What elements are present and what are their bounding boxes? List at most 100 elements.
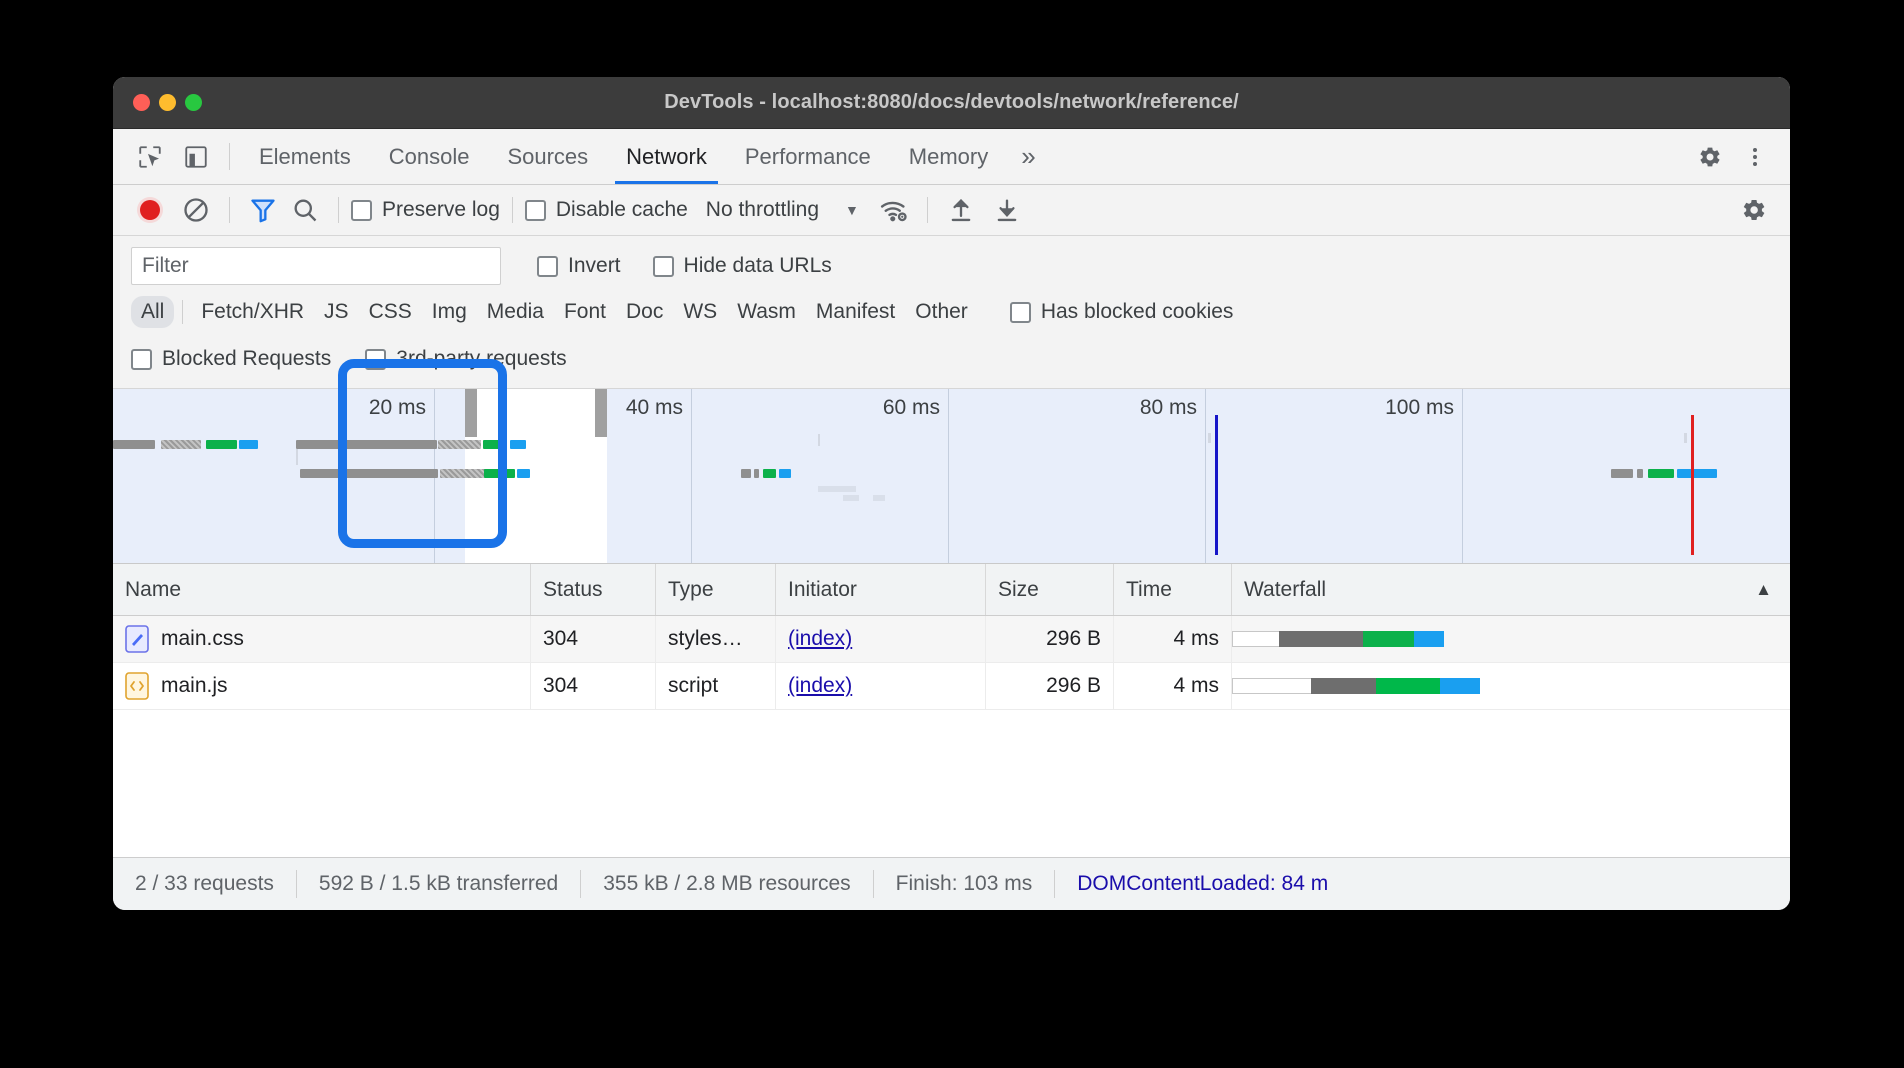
status-resources: 355 kB / 2.8 MB resources	[603, 872, 850, 896]
filter-row-secondary: Blocked Requests 3rd-party requests	[113, 336, 1790, 382]
column-header-initiator[interactable]: Initiator	[776, 564, 986, 615]
overview-selection-right-handle[interactable]	[595, 389, 607, 437]
status-divider	[580, 870, 581, 898]
table-row[interactable]: main.css 304 styles… (index) 296 B 4 ms	[113, 616, 1790, 663]
tab-divider	[229, 143, 230, 170]
has-blocked-cookies-checkbox[interactable]: Has blocked cookies	[1010, 300, 1234, 324]
maximize-window-button[interactable]	[185, 94, 202, 111]
tab-elements[interactable]: Elements	[240, 129, 370, 184]
type-filter-ws[interactable]: WS	[673, 296, 727, 328]
type-filter-other[interactable]: Other	[905, 296, 978, 328]
tab-console[interactable]: Console	[370, 129, 489, 184]
type-filter-wasm[interactable]: Wasm	[727, 296, 806, 328]
stylesheet-file-icon	[125, 625, 149, 653]
dom-content-loaded-line	[1215, 415, 1218, 555]
tab-sources[interactable]: Sources	[488, 129, 607, 184]
initiator-link[interactable]: (index)	[788, 674, 852, 698]
settings-gear-icon[interactable]	[1686, 143, 1732, 171]
network-settings-gear-icon[interactable]	[1732, 189, 1774, 231]
column-header-size[interactable]: Size	[986, 564, 1114, 615]
throttling-dropdown[interactable]: No throttling ▼	[706, 198, 859, 222]
download-arrow-icon[interactable]	[986, 189, 1028, 231]
type-filter-css[interactable]: CSS	[359, 296, 422, 328]
close-window-button[interactable]	[133, 94, 150, 111]
more-vertical-icon[interactable]	[1732, 145, 1778, 169]
type-filter-font[interactable]: Font	[554, 296, 616, 328]
network-toolbar: Preserve log Disable cache No throttling…	[113, 185, 1790, 236]
table-header-row: Name Status Type Initiator Size Time Wat…	[113, 564, 1790, 616]
network-status-bar: 2 / 33 requests 592 B / 1.5 kB transferr…	[113, 857, 1790, 910]
cell-time: 4 ms	[1114, 616, 1232, 662]
chevron-down-icon: ▼	[845, 202, 859, 218]
sort-ascending-icon: ▲	[1755, 580, 1772, 600]
window-title: DevTools - localhost:8080/docs/devtools/…	[113, 91, 1790, 114]
status-divider	[296, 870, 297, 898]
devtools-tab-bar: Elements Console Sources Network Perform…	[113, 129, 1790, 185]
filter-input[interactable]	[131, 247, 501, 285]
tab-network[interactable]: Network	[607, 129, 726, 184]
status-requests: 2 / 33 requests	[135, 872, 274, 896]
type-filter-doc[interactable]: Doc	[616, 296, 673, 328]
overview-tick-label: 60 ms	[883, 396, 949, 420]
hide-data-urls-checkbox[interactable]: Hide data URLs	[653, 254, 832, 278]
wifi-gear-icon[interactable]	[873, 189, 915, 231]
type-filter-fetch-xhr[interactable]: Fetch/XHR	[191, 296, 314, 328]
initiator-link[interactable]: (index)	[788, 627, 852, 651]
inspect-element-icon[interactable]	[127, 129, 173, 184]
throttling-value: No throttling	[706, 198, 819, 222]
more-tabs-chevron-icon[interactable]: »	[1007, 129, 1049, 184]
column-header-name[interactable]: Name	[113, 564, 531, 615]
type-filter-img[interactable]: Img	[422, 296, 477, 328]
tab-label: Performance	[745, 144, 871, 170]
type-filter-js[interactable]: JS	[314, 296, 359, 328]
column-header-time[interactable]: Time	[1114, 564, 1232, 615]
checkbox-box[interactable]	[525, 200, 546, 221]
tab-label: Sources	[507, 144, 588, 170]
minimize-window-button[interactable]	[159, 94, 176, 111]
overview-tick-label: 20 ms	[369, 396, 435, 420]
has-blocked-cookies-label: Has blocked cookies	[1041, 300, 1234, 324]
preserve-log-checkbox[interactable]: Preserve log	[351, 198, 500, 222]
overview-selection-left-handle[interactable]	[465, 389, 477, 437]
device-toolbar-icon[interactable]	[173, 129, 219, 184]
checkbox-box[interactable]	[537, 256, 558, 277]
tab-label: Memory	[909, 144, 988, 170]
network-request-table: Name Status Type Initiator Size Time Wat…	[113, 564, 1790, 857]
overview-tick-label: 80 ms	[1140, 396, 1206, 420]
third-party-requests-label: 3rd-party requests	[396, 347, 566, 371]
table-row[interactable]: main.js 304 script (index) 296 B 4 ms	[113, 663, 1790, 710]
type-filter-all[interactable]: All	[131, 296, 174, 328]
column-header-status[interactable]: Status	[531, 564, 656, 615]
upload-arrow-icon[interactable]	[940, 189, 982, 231]
cell-initiator: (index)	[776, 616, 986, 662]
column-header-waterfall-label: Waterfall	[1244, 578, 1326, 602]
toolbar-divider-2	[338, 197, 339, 223]
network-overview-timeline[interactable]: 20 ms 40 ms 60 ms 80 ms 100 ms	[113, 389, 1790, 564]
checkbox-box[interactable]	[351, 200, 372, 221]
checkbox-box[interactable]	[653, 256, 674, 277]
tab-memory[interactable]: Memory	[890, 129, 1007, 184]
toolbar-divider-4	[927, 197, 928, 223]
toolbar-divider-3	[512, 197, 513, 223]
checkbox-box[interactable]	[131, 349, 152, 370]
blocked-requests-checkbox[interactable]: Blocked Requests	[131, 347, 331, 371]
clear-no-entry-icon[interactable]	[175, 189, 217, 231]
checkbox-box[interactable]	[365, 349, 386, 370]
overview-tick-label: 100 ms	[1385, 396, 1463, 420]
type-filter-manifest[interactable]: Manifest	[806, 296, 905, 328]
column-header-type[interactable]: Type	[656, 564, 776, 615]
tab-performance[interactable]: Performance	[726, 129, 890, 184]
cell-initiator: (index)	[776, 663, 986, 709]
search-magnifier-icon[interactable]	[284, 189, 326, 231]
disable-cache-checkbox[interactable]: Disable cache	[525, 198, 688, 222]
type-filter-media[interactable]: Media	[477, 296, 554, 328]
invert-checkbox[interactable]: Invert	[537, 254, 621, 278]
third-party-requests-checkbox[interactable]: 3rd-party requests	[365, 347, 566, 371]
filter-row-primary: Invert Hide data URLs	[113, 244, 1790, 288]
column-header-waterfall[interactable]: Waterfall ▲	[1232, 564, 1790, 615]
checkbox-box[interactable]	[1010, 302, 1031, 323]
hide-data-urls-label: Hide data URLs	[684, 254, 832, 278]
cell-time: 4 ms	[1114, 663, 1232, 709]
filter-funnel-icon[interactable]	[242, 189, 284, 231]
record-circle-icon[interactable]	[129, 189, 171, 231]
